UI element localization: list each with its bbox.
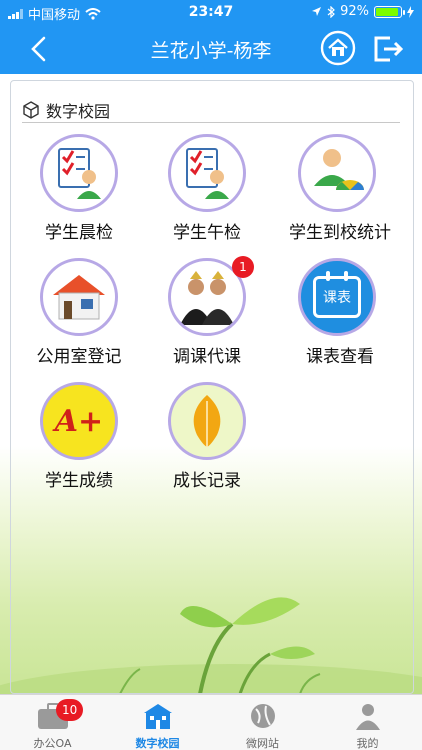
grade-icon-text: A+ (54, 403, 104, 439)
morning-check-icon (40, 134, 118, 212)
nav-bar: 兰花小学-杨李 (0, 24, 422, 74)
tab-label: 我的 (356, 737, 379, 750)
timetable-icon: 课表 (298, 258, 376, 336)
notification-badge: 1 (232, 256, 254, 278)
tab-mine[interactable]: 我的 (315, 695, 420, 750)
attendance-stats-icon (298, 134, 376, 212)
cube-icon (23, 101, 39, 119)
logout-button[interactable] (370, 32, 404, 66)
tile-label: 学生成绩 (45, 471, 113, 491)
tab-bar: 10 办公OA 数字校园 微网站 我的 (0, 694, 422, 750)
user-icon (356, 704, 380, 730)
tab-badge: 10 (56, 699, 84, 721)
tile-label: 学生午检 (173, 223, 241, 243)
tile-label: 学生到校统计 (289, 223, 391, 243)
section-header: 数字校园 (22, 98, 110, 122)
battery-icon (374, 5, 405, 18)
tab-micro-site[interactable]: 微网站 (210, 695, 315, 750)
section-title: 数字校园 (46, 102, 111, 121)
tile-label: 调课代课 (173, 347, 241, 367)
tile-class-swap[interactable]: 1 调课代课 (142, 256, 272, 368)
school-building-icon (144, 704, 172, 729)
tile-room-register[interactable]: 公用室登记 (14, 258, 144, 368)
tab-office-oa[interactable]: 10 办公OA (0, 695, 105, 750)
tile-timetable[interactable]: 课表 课表查看 (270, 258, 410, 368)
tile-label: 学生晨检 (45, 223, 113, 243)
tile-label: 成长记录 (173, 471, 241, 491)
tab-label: 数字校园 (135, 737, 180, 750)
charging-icon (407, 5, 414, 18)
main-area: 数字校园 学生晨检 学生午检 学生到校统计 公用室登记 1 调课代课 课表 课表… (0, 74, 422, 694)
globe-icon (251, 704, 275, 728)
tile-label: 公用室登记 (36, 347, 122, 367)
noon-check-icon (168, 134, 246, 212)
location-icon (312, 7, 322, 16)
tab-digital-campus[interactable]: 数字校园 (105, 695, 210, 750)
tile-noon-check[interactable]: 学生午检 (142, 134, 272, 244)
tile-attendance-stats[interactable]: 学生到校统计 (270, 134, 410, 244)
tile-morning-check[interactable]: 学生晨检 (14, 134, 144, 244)
page-title: 兰花小学-杨李 (150, 40, 272, 62)
status-bar: 中国移动 23:47 92% (0, 0, 422, 24)
tile-growth-record[interactable]: 成长记录 (142, 382, 272, 492)
bluetooth-icon (327, 5, 335, 18)
home-button[interactable] (320, 30, 356, 66)
tile-label: 课表查看 (306, 347, 374, 367)
grade-a-plus-icon: A+ (40, 382, 118, 460)
tab-label: 办公OA (33, 737, 72, 750)
section-divider (22, 122, 400, 123)
top-bar: 中国移动 23:47 92% 兰花小学-杨李 (0, 0, 422, 74)
tab-label: 微网站 (246, 737, 279, 750)
house-icon (40, 258, 118, 336)
timetable-icon-text: 课表 (323, 290, 351, 306)
battery-percent: 92% (340, 4, 369, 19)
tile-grades[interactable]: A+ 学生成绩 (14, 382, 144, 492)
leaf-icon (168, 382, 246, 460)
